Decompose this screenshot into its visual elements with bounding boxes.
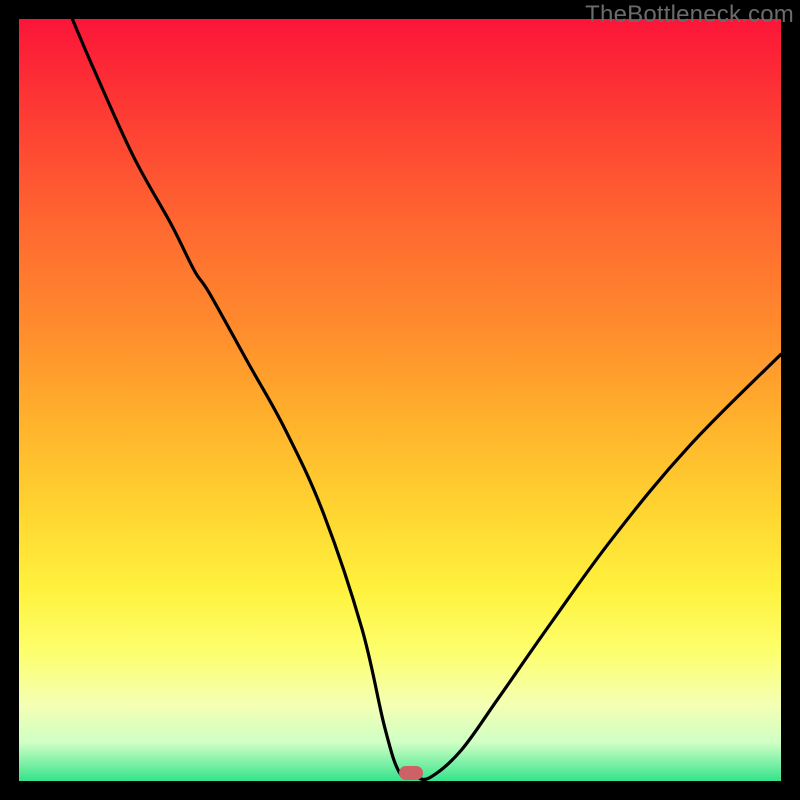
curve-path [72, 19, 781, 779]
bottleneck-curve [19, 19, 781, 781]
chart-frame: TheBottleneck.com [0, 0, 800, 800]
plot-area [19, 19, 781, 781]
optimal-point-marker [399, 766, 423, 780]
watermark-text: TheBottleneck.com [585, 1, 794, 29]
